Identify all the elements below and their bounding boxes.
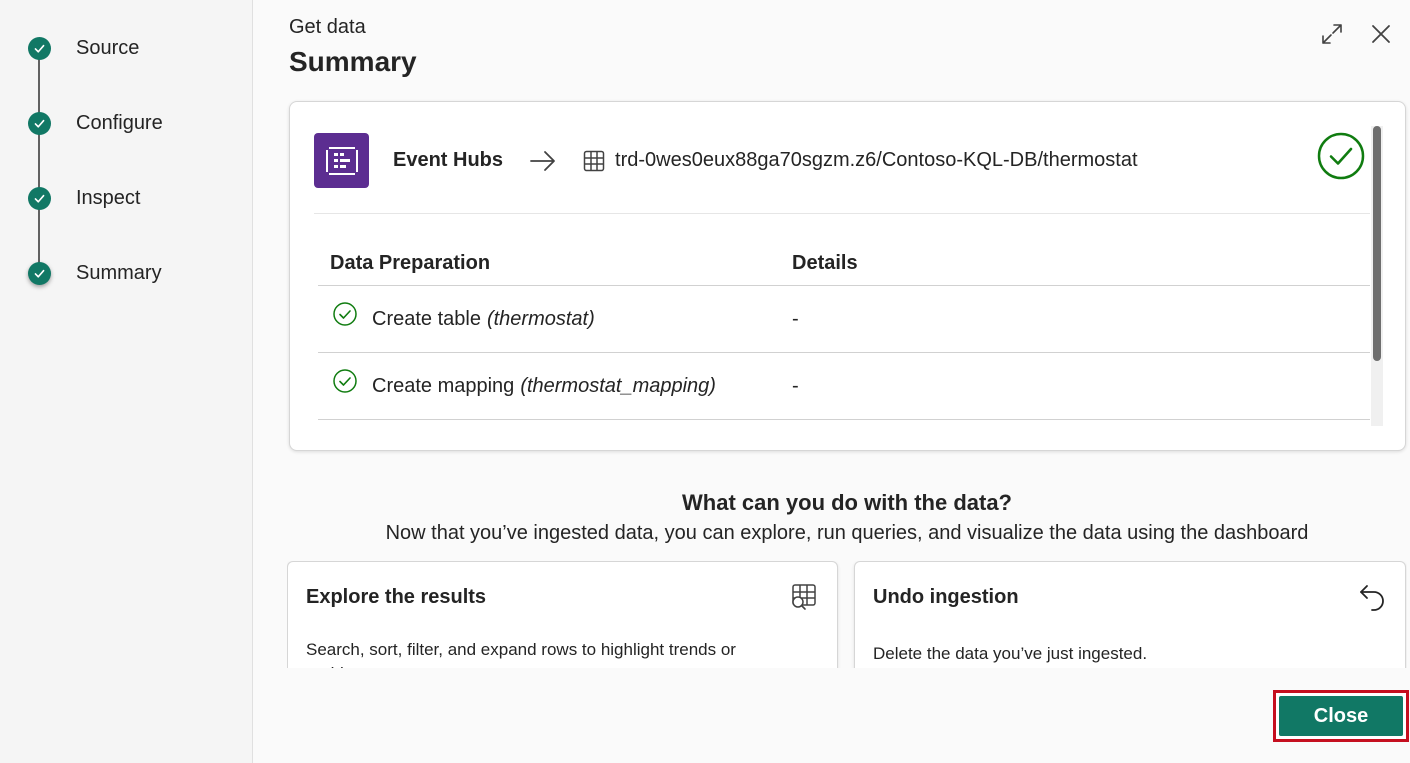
step-source[interactable]: Source (28, 36, 139, 60)
expand-button[interactable] (1318, 20, 1346, 48)
column-header-details: Details (792, 252, 858, 274)
card-description: Delete the data you’ve just ingested. (873, 644, 1148, 663)
event-hubs-icon (314, 133, 369, 188)
step-completed-check-icon (28, 36, 51, 60)
data-preparation-table: Data Preparation Details Create table (t… (318, 242, 1370, 420)
table-grid-icon (583, 150, 605, 171)
step-configure[interactable]: Configure (28, 111, 163, 135)
preparation-cell: Create table (thermostat) (318, 302, 792, 331)
close-icon (1372, 25, 1390, 43)
next-steps-subtitle: Now that you’ve ingested data, you can e… (385, 522, 1309, 544)
summary-card: Event Hubs trd-0wes0eux88ga70sgzm.z6/Con… (289, 101, 1406, 451)
step-completed-check-icon (28, 111, 51, 135)
step-label: Configure (76, 111, 163, 134)
source-name: Event Hubs (393, 149, 504, 171)
card-description: Search, sort, filter, and expand rows to… (306, 640, 736, 668)
close-button[interactable]: Close (1273, 690, 1409, 742)
step-label: Source (76, 36, 140, 59)
table-header-row: Data Preparation Details (318, 242, 1370, 286)
close-button-label: Close (1279, 696, 1403, 736)
summary-panel: Get data Summary Event Hubs trd-0wes0eux… (254, 0, 1410, 763)
preparation-target: (thermostat_mapping) (520, 374, 716, 397)
next-steps-title: What can you do with the data? (682, 490, 1012, 515)
table-search-icon (792, 584, 816, 610)
step-completed-check-icon (28, 186, 51, 210)
undo-arrow-icon (1360, 585, 1384, 611)
dialog-eyebrow: Get data (289, 16, 366, 38)
step-completed-check-icon (28, 261, 51, 285)
ingestion-route: Event Hubs trd-0wes0eux88ga70sgzm.z6/Con… (314, 133, 1138, 188)
divider (314, 213, 1370, 214)
preparation-target: (thermostat) (486, 307, 595, 330)
success-check-circle-icon (1317, 132, 1365, 180)
step-summary[interactable]: Summary (28, 261, 162, 285)
destination-path: trd-0wes0eux88ga70sgzm.z6/Contoso-KQL-DB… (615, 149, 1138, 171)
step-label: Inspect (76, 186, 141, 209)
explore-results-card[interactable]: Explore the results Search, sort, filter… (287, 561, 838, 668)
arrow-right-icon (530, 150, 555, 171)
preparation-cell: Create mapping (thermostat_mapping) (318, 369, 792, 398)
stepper-connector-line (38, 48, 40, 273)
expand-diagonal-icon (1322, 24, 1342, 44)
card-title: Undo ingestion (873, 586, 1019, 608)
step-label: Summary (76, 261, 162, 284)
wizard-stepper: Source Configure Inspect Summary (0, 0, 253, 763)
details-cell: - (792, 374, 799, 397)
scrollbar-thumb[interactable] (1373, 126, 1381, 361)
check-circle-icon (333, 302, 357, 326)
undo-ingestion-card[interactable]: Undo ingestion Delete the data you’ve ju… (854, 561, 1406, 668)
vertical-scrollbar[interactable] (1371, 126, 1383, 426)
card-title: Explore the results (306, 586, 487, 608)
step-inspect[interactable]: Inspect (28, 186, 140, 210)
check-circle-icon (333, 369, 357, 393)
next-steps-cards: Explore the results Search, sort, filter… (287, 561, 1407, 668)
close-dialog-button[interactable] (1367, 20, 1395, 48)
column-header-data-preparation: Data Preparation (330, 252, 491, 274)
preparation-action: Create table (372, 307, 481, 330)
table-row: Create table (thermostat) - (318, 286, 1370, 353)
page-title: Summary (289, 46, 417, 77)
table-row: Create mapping (thermostat_mapping) - (318, 353, 1370, 420)
details-cell: - (792, 307, 799, 330)
preparation-action: Create mapping (372, 374, 515, 397)
